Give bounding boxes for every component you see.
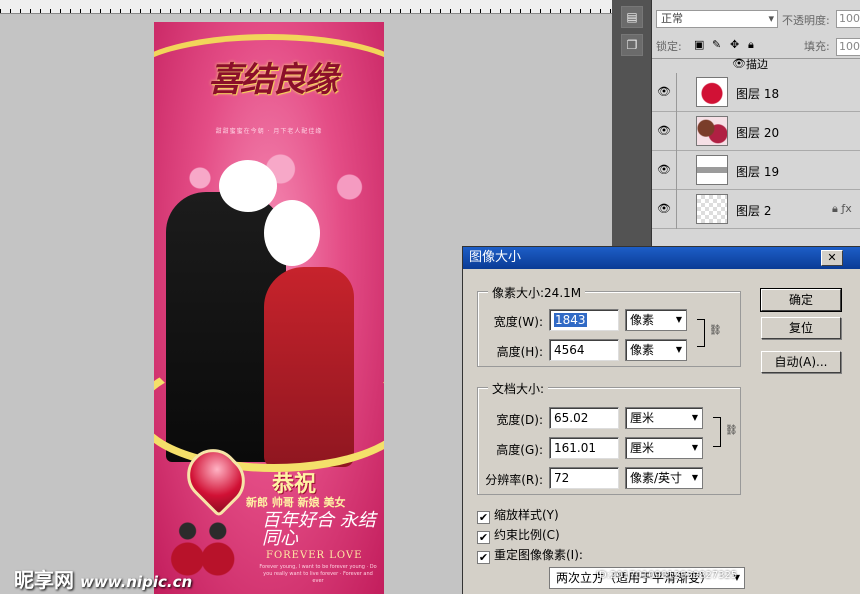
- poster-title: 喜结良缘: [208, 60, 338, 100]
- doc-height-label: 高度(G):: [496, 443, 543, 457]
- poster-subtitle: 甜甜蜜蜜在今朝 · 月下老人配佳缘: [215, 128, 323, 135]
- resolution-unit-select[interactable]: 像素/英寸: [625, 467, 703, 489]
- ok-button[interactable]: 确定: [760, 288, 842, 312]
- divider: [676, 73, 677, 112]
- eye-icon[interactable]: 👁︎: [656, 202, 672, 216]
- lock-row: 锁定: ▣ ✎ ✥ 🔒︎ 填充: 100%: [652, 36, 860, 56]
- divider: [676, 190, 677, 229]
- poster-forever-small: Forever young, I want to be forever youn…: [259, 564, 377, 584]
- lock-all-icon[interactable]: 🔒︎: [748, 38, 754, 52]
- constrain-bracket: [697, 319, 705, 347]
- layer-name: 图层 20: [736, 126, 780, 140]
- opacity-input[interactable]: 100%: [836, 10, 860, 28]
- doc-width-label: 宽度(D):: [496, 413, 543, 427]
- poster-gold-sash: [154, 352, 384, 472]
- layer-effect-stroke[interactable]: 👁︎ 描边: [652, 58, 860, 71]
- blend-mode-select[interactable]: 正常: [656, 10, 778, 28]
- resample-label: 重定图像像素(I):: [494, 548, 583, 562]
- poster-names: 新郎 帅哥 新娘 美女: [246, 496, 346, 509]
- poster-document[interactable]: 喜结良缘 甜甜蜜蜜在今朝 · 月下老人配佳缘 恭祝 新郎 帅哥 新娘 美女 百年…: [154, 22, 384, 594]
- blend-row: 正常 不透明度: 100%: [652, 8, 860, 30]
- actions-panel-icon[interactable]: ❐: [621, 34, 643, 56]
- lock-paint-icon[interactable]: ✎: [712, 38, 721, 51]
- pixel-width-input[interactable]: 1843: [549, 309, 619, 331]
- image-id-watermark: ID:20170109012839827325: [596, 570, 738, 581]
- layer-row[interactable]: 👁︎ 图层 20: [652, 112, 860, 151]
- bride-face-mask: [264, 200, 320, 266]
- divider: [676, 151, 677, 190]
- checkbox-checked-icon[interactable]: ✔: [477, 551, 490, 564]
- layer-lock-icon: 🔒︎ ƒx: [832, 202, 852, 215]
- constrain-label: 约束比例(C): [494, 528, 560, 542]
- pixel-height-input[interactable]: 4564: [549, 339, 619, 361]
- checkbox-checked-icon[interactable]: ✔: [477, 511, 490, 524]
- reset-button[interactable]: 复位: [761, 317, 841, 339]
- photoshop-window: 喜结良缘 甜甜蜜蜜在今朝 · 月下老人配佳缘 恭祝 新郎 帅哥 新娘 美女 百年…: [0, 0, 860, 594]
- pixel-dimensions-legend: 像素大小:24.1M: [488, 284, 586, 301]
- doc-constrain-bracket: [713, 417, 721, 447]
- pixel-width-unit-select[interactable]: 像素: [625, 309, 687, 331]
- height-label: 高度(H):: [496, 345, 543, 359]
- scale-styles-checkbox[interactable]: ✔ 缩放样式(Y): [477, 507, 559, 524]
- layer-list: 👁︎ 描边 👁︎ 图层 18 👁︎ 图层 20 👁︎ 图层 19 👁︎ 图层 2…: [652, 58, 860, 246]
- dialog-titlebar[interactable]: 图像大小: [463, 247, 860, 269]
- eye-icon[interactable]: 👁︎: [732, 58, 746, 70]
- dialog-title: 图像大小: [469, 250, 522, 265]
- layer-row[interactable]: 👁︎ 图层 19: [652, 151, 860, 190]
- opacity-label: 不透明度:: [782, 14, 830, 27]
- fill-input[interactable]: 100%: [836, 38, 860, 56]
- constrain-checkbox[interactable]: ✔ 约束比例(C): [477, 527, 560, 544]
- doc-height-input[interactable]: 161.01: [549, 437, 619, 459]
- history-panel-icon[interactable]: ▤: [621, 6, 643, 28]
- eye-icon[interactable]: 👁︎: [656, 124, 672, 138]
- doc-width-input[interactable]: 65.02: [549, 407, 619, 429]
- layers-panel: 正常 不透明度: 100% 锁定: ▣ ✎ ✥ 🔒︎ 填充: 100% 👁︎ 描…: [652, 0, 860, 246]
- doc-width-unit-select[interactable]: 厘米: [625, 407, 703, 429]
- lock-label: 锁定:: [656, 40, 682, 53]
- poster-forever-en: FOREVER LOVE: [266, 550, 363, 561]
- pixel-height-unit-select[interactable]: 像素: [625, 339, 687, 361]
- layer-name: 图层 19: [736, 165, 780, 179]
- scale-styles-label: 缩放样式(Y): [494, 508, 559, 522]
- divider: [676, 112, 677, 151]
- checkbox-checked-icon[interactable]: ✔: [477, 531, 490, 544]
- layer-row[interactable]: 👁︎ 图层 18: [652, 73, 860, 112]
- close-icon[interactable]: ✕: [821, 250, 843, 266]
- chain-link-icon: ⛓︎: [709, 325, 722, 336]
- layer-thumbnail: [696, 194, 728, 224]
- lock-move-icon[interactable]: ✥: [730, 38, 739, 51]
- pixel-width-value: 1843: [554, 313, 587, 327]
- layer-row[interactable]: 👁︎ 图层 2 🔒︎ ƒx: [652, 190, 860, 229]
- horizontal-ruler[interactable]: [0, 0, 612, 14]
- poster-forever-cn: 百年好合 永结同心: [262, 510, 376, 549]
- resolution-input[interactable]: 72: [549, 467, 619, 489]
- lock-transparent-icon[interactable]: ▣: [694, 38, 704, 51]
- groom-face-mask: [219, 160, 277, 212]
- resolution-label: 分辨率(R):: [485, 473, 543, 487]
- image-size-dialog: 图像大小 ✕ 像素大小:24.1M 宽度(W): 1843 像素 高度(H): …: [462, 246, 860, 594]
- fill-label: 填充:: [804, 40, 830, 53]
- sublayer-label: 描边: [746, 58, 768, 71]
- width-label: 宽度(W):: [493, 315, 543, 329]
- document-size-legend: 文档大小:: [488, 380, 549, 397]
- site-watermark: 昵享网 www.nipic.cn: [14, 564, 192, 593]
- layer-name: 图层 2: [736, 204, 772, 218]
- resample-checkbox[interactable]: ✔ 重定图像像素(I):: [477, 547, 583, 564]
- layer-name: 图层 18: [736, 87, 780, 101]
- watermark-cn: 昵享网: [14, 568, 74, 592]
- watermark-url: www.nipic.cn: [80, 573, 193, 591]
- doc-height-unit-select[interactable]: 厘米: [625, 437, 703, 459]
- auto-button[interactable]: 自动(A)...: [761, 351, 841, 373]
- eye-icon[interactable]: 👁︎: [656, 85, 672, 99]
- layer-thumbnail: [696, 155, 728, 185]
- layer-thumbnail: [696, 77, 728, 107]
- eye-icon[interactable]: 👁︎: [656, 163, 672, 177]
- chain-link-icon: ⛓︎: [725, 425, 738, 436]
- layer-thumbnail: [696, 116, 728, 146]
